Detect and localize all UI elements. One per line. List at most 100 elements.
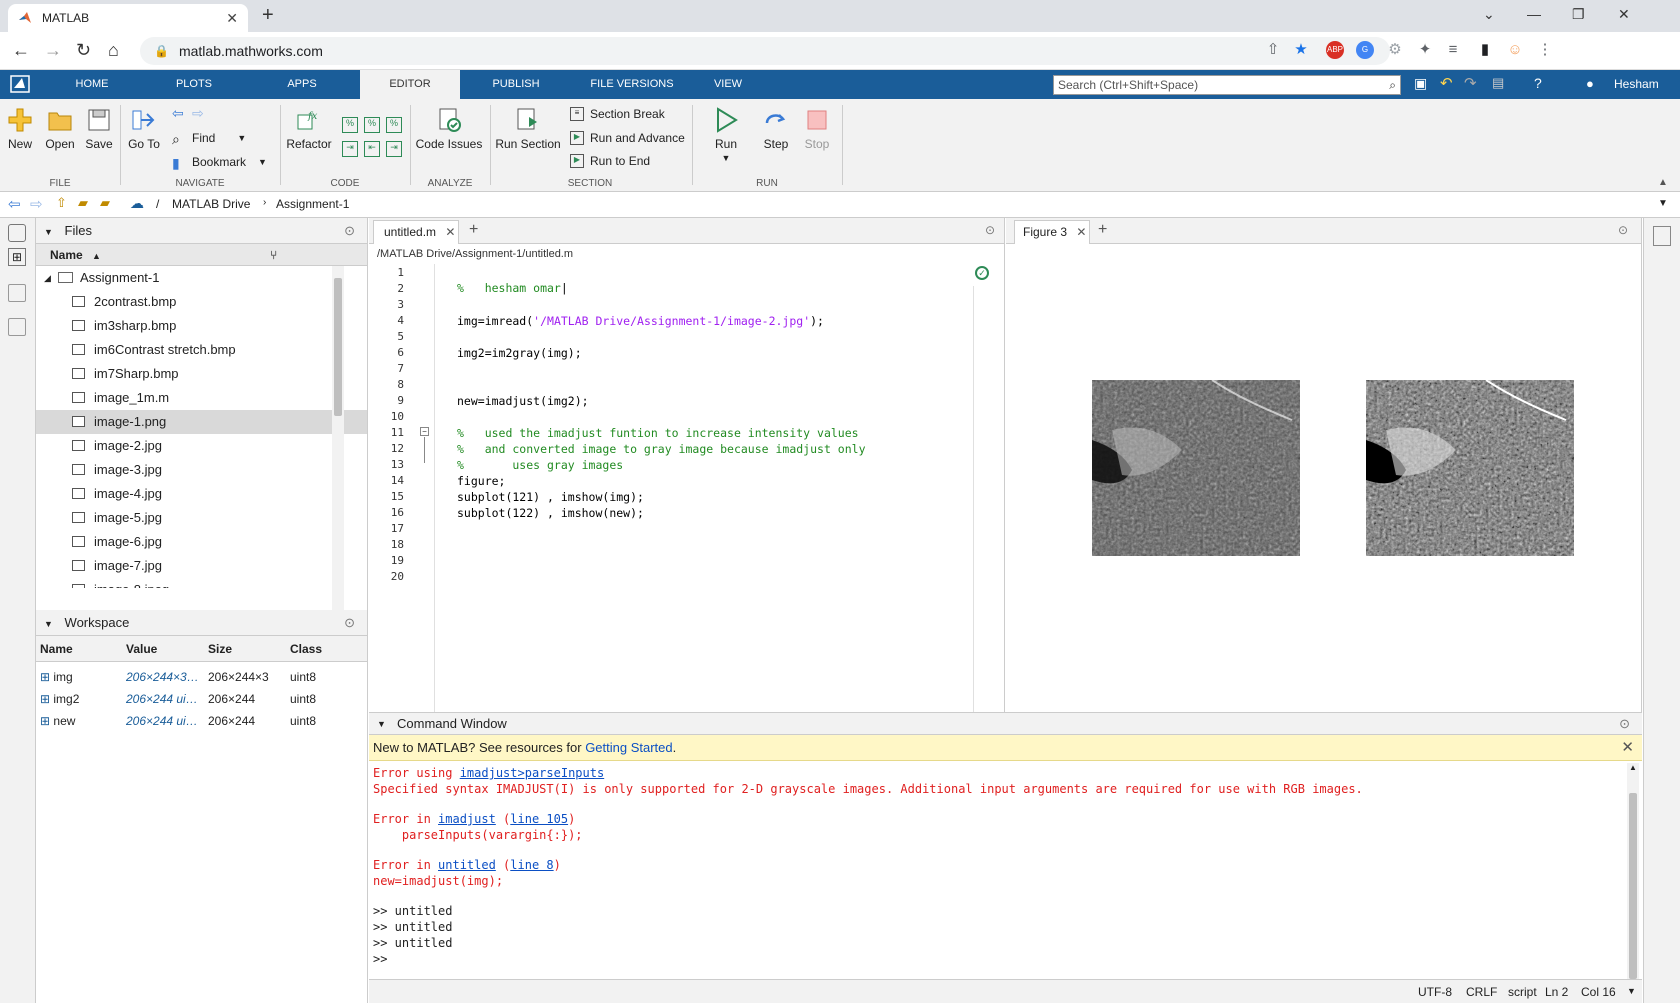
workspace-row[interactable]: ⊞ new 206×244 ui… 206×244 uint8 — [36, 710, 367, 732]
section-break-button[interactable]: ≡ Section Break — [570, 107, 665, 121]
folder-up-icon[interactable]: ⇧ — [56, 195, 67, 211]
minimize-button[interactable]: — — [1527, 6, 1541, 22]
tab-home[interactable]: HOME — [52, 70, 132, 99]
code-ok-check-icon[interactable]: ✓ — [975, 266, 989, 280]
bookmark-button[interactable]: ▮ Bookmark ▼ — [172, 155, 267, 171]
property-inspector-icon[interactable] — [1653, 226, 1671, 246]
panel-menu-icon[interactable]: ⊙ — [344, 610, 355, 636]
menu-icon[interactable]: ⋮ — [1536, 41, 1554, 59]
path-segment-drive[interactable]: MATLAB Drive — [172, 197, 250, 211]
status-encoding[interactable]: UTF-8 — [1418, 985, 1452, 999]
stop-button[interactable]: Stop — [800, 107, 834, 151]
collapse-icon[interactable]: ▼ — [377, 713, 386, 735]
sidepanel-icon[interactable]: ▮ — [1476, 41, 1494, 59]
file-item[interactable]: image-5.jpg — [36, 506, 367, 530]
tab-file-versions[interactable]: FILE VERSIONS — [580, 70, 684, 99]
run-to-end-button[interactable]: ▶ Run to End — [570, 154, 650, 168]
command-output[interactable]: Error using imadjust>parseInputs Specifi… — [369, 762, 1624, 980]
tab-apps[interactable]: APPS — [262, 70, 342, 99]
file-item[interactable]: image_1m.m — [36, 386, 367, 410]
step-button[interactable]: Step — [758, 107, 794, 151]
tab-search-icon[interactable]: ⌄ — [1483, 6, 1495, 23]
find-button[interactable]: ⌕ Find ▼ — [172, 131, 246, 147]
error-link-imadjust[interactable]: imadjust — [438, 812, 496, 826]
matlab-search-input[interactable]: Search (Ctrl+Shift+Space) ⌕ — [1053, 75, 1401, 95]
workspace-row[interactable]: ⊞ img 206×244×3… 206×244×3 uint8 — [36, 666, 367, 688]
file-item[interactable]: 2contrast.bmp — [36, 290, 367, 314]
tab-view[interactable]: VIEW — [700, 70, 756, 99]
scroll-down-icon[interactable]: ▼ — [1627, 986, 1636, 996]
indent-icon[interactable]: ⇤ — [364, 141, 380, 157]
panel-menu-icon[interactable]: ⊙ — [985, 223, 995, 237]
close-icon[interactable]: ✕ — [1076, 225, 1086, 239]
expand-arrow-icon[interactable]: ◢ — [44, 266, 51, 290]
subplot-original-image[interactable] — [1092, 379, 1300, 556]
open-folder-icon[interactable]: ▰ — [100, 195, 110, 211]
subplot-adjusted-image[interactable] — [1366, 379, 1574, 556]
collapse-icon[interactable]: ▼ — [44, 619, 53, 629]
panel-menu-icon[interactable]: ⊙ — [1618, 223, 1628, 237]
nav-back-icon[interactable]: ⇦ — [172, 105, 184, 122]
path-history-dropdown-icon[interactable]: ▼ — [1658, 198, 1668, 209]
figure-tab[interactable]: Figure 3 ✕ — [1014, 220, 1090, 244]
file-item[interactable]: image-3.jpg — [36, 458, 367, 482]
folder-row[interactable]: ◢ Assignment-1 — [36, 266, 367, 290]
extension-gear-icon[interactable]: ⚙ — [1386, 41, 1404, 59]
forward-icon[interactable]: → — [44, 40, 62, 61]
status-file-type[interactable]: script — [1508, 985, 1537, 999]
file-item[interactable]: image-6.jpg — [36, 530, 367, 554]
outdent-icon[interactable]: ⇥ — [386, 141, 402, 157]
close-banner-icon[interactable]: ✕ — [1621, 735, 1634, 761]
add-figure-icon[interactable]: + — [1098, 221, 1107, 239]
adblock-icon[interactable]: ABP — [1326, 41, 1344, 59]
user-icon[interactable]: ● — [1586, 76, 1594, 91]
getting-started-link[interactable]: Getting Started — [585, 740, 672, 755]
refactor-button[interactable]: fx Refactor — [286, 107, 332, 151]
error-link-untitled[interactable]: untitled — [438, 858, 496, 872]
code-area[interactable]: % hesham omar| img=imread('/MATLAB Drive… — [369, 264, 969, 712]
workspace-panel-icon[interactable]: ⊞ — [8, 248, 26, 266]
panel-menu-icon[interactable]: ⊙ — [344, 218, 355, 244]
nav-forward-icon[interactable]: ⇨ — [192, 105, 204, 122]
path-back-icon[interactable]: ⇦ — [8, 195, 21, 213]
puzzle-icon[interactable]: ✦ — [1416, 41, 1434, 59]
help-icon[interactable]: ? — [1534, 75, 1542, 91]
goto-button[interactable]: Go To — [128, 107, 160, 151]
run-section-button[interactable]: Run Section — [494, 107, 562, 151]
back-icon[interactable]: ← — [12, 40, 30, 61]
file-item[interactable]: image-7.jpg — [36, 554, 367, 578]
path-forward-icon[interactable]: ⇨ — [30, 195, 43, 213]
user-name[interactable]: Hesham — [1614, 70, 1659, 99]
file-item[interactable]: im6Contrast stretch.bmp — [36, 338, 367, 362]
ws-col-name[interactable]: Name — [36, 636, 122, 661]
history-panel-icon[interactable] — [8, 318, 26, 336]
files-column-header[interactable]: Name ▲ ⑂ — [36, 244, 367, 266]
editor-tab-untitled[interactable]: untitled.m ✕ — [373, 220, 459, 244]
reload-icon[interactable]: ↻ — [76, 40, 91, 61]
file-item[interactable]: im3sharp.bmp — [36, 314, 367, 338]
code-issues-button[interactable]: Code Issues — [414, 107, 484, 151]
smart-indent-icon[interactable]: ⇥ — [342, 141, 358, 157]
undo-icon[interactable]: ↶ — [1440, 74, 1453, 92]
panel-menu-icon[interactable]: ⊙ — [1619, 713, 1630, 735]
redo-icon[interactable]: ↷ — [1464, 74, 1477, 92]
save-quick-icon[interactable]: ▣ — [1414, 75, 1427, 92]
status-eol[interactable]: CRLF — [1466, 985, 1497, 999]
cloud-drive-icon[interactable]: ☁ — [130, 195, 144, 212]
tab-editor[interactable]: EDITOR — [360, 70, 460, 99]
tab-publish[interactable]: PUBLISH — [476, 70, 556, 99]
workspace-row[interactable]: ⊞ img2 206×244 ui… 206×244 uint8 — [36, 688, 367, 710]
comment-icon[interactable]: % — [342, 117, 358, 133]
file-item[interactable]: image-8.jpeg — [36, 578, 367, 588]
browser-tab[interactable]: MATLAB ✕ — [8, 4, 248, 32]
restore-button[interactable]: ❐ — [1572, 6, 1585, 23]
files-scrollbar[interactable] — [332, 266, 344, 610]
media-icon[interactable]: ≡ — [1444, 41, 1462, 59]
file-item[interactable]: image-4.jpg — [36, 482, 367, 506]
files-panel-icon[interactable] — [8, 224, 26, 242]
error-link-line-105[interactable]: line 105 — [510, 812, 568, 826]
ws-col-value[interactable]: Value — [122, 636, 204, 661]
file-item[interactable]: im7Sharp.bmp — [36, 362, 367, 386]
bookmark-star-icon[interactable]: ★ — [1292, 41, 1310, 59]
wrap-comment-icon[interactable]: % — [386, 117, 402, 133]
